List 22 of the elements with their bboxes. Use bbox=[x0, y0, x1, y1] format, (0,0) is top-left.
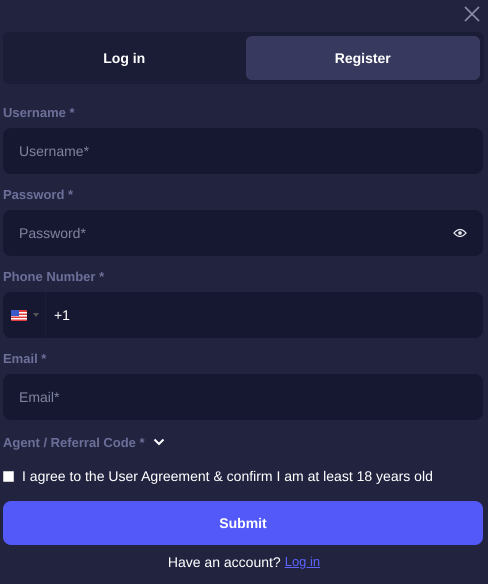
field-label: Phone Number * bbox=[3, 270, 104, 284]
field-label: Email * bbox=[3, 352, 46, 366]
close-icon[interactable] bbox=[464, 6, 480, 22]
flag-icon[interactable] bbox=[11, 310, 27, 320]
checkbox[interactable] bbox=[3, 470, 14, 482]
input-field[interactable]: Password* bbox=[3, 210, 483, 256]
tab[interactable]: Register bbox=[246, 36, 480, 80]
tab[interactable]: Log in bbox=[7, 36, 242, 80]
text-input[interactable]: +1 bbox=[54, 305, 467, 325]
submit-button[interactable]: Submit bbox=[3, 501, 483, 545]
input-field[interactable]: Username* bbox=[3, 128, 483, 174]
footer-text: Have an account? bbox=[168, 554, 281, 570]
text-input[interactable]: Username* bbox=[19, 141, 467, 161]
input-field[interactable]: Email* bbox=[3, 374, 483, 420]
eye-icon[interactable] bbox=[453, 228, 467, 238]
input-field[interactable]: +1 bbox=[3, 292, 483, 338]
field-label: Password * bbox=[3, 188, 74, 202]
field-label: Username * bbox=[3, 106, 75, 120]
chevron-down-icon[interactable] bbox=[152, 438, 165, 446]
text-input[interactable]: Password* bbox=[19, 223, 445, 243]
agreement-text: I agree to the User Agreement & confirm I am at least 18 years old bbox=[22, 468, 433, 484]
text-input[interactable]: Email* bbox=[19, 387, 467, 407]
